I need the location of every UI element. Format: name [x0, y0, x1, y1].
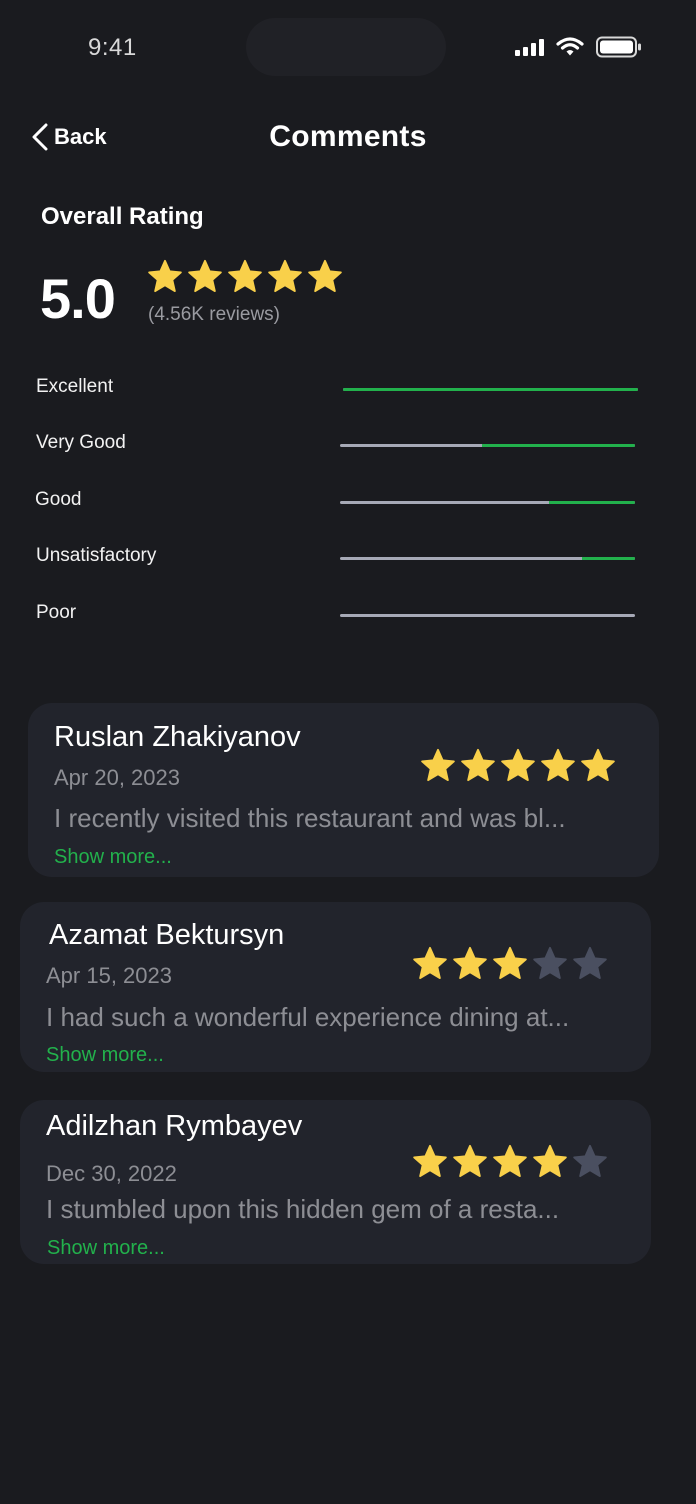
star-empty-icon [531, 945, 569, 983]
show-more-link[interactable]: Show more... [46, 1044, 164, 1067]
star-filled-icon [146, 258, 184, 296]
breakdown-bar [340, 557, 635, 560]
review-card[interactable]: Adilzhan Rymbayev Dec 30, 2022 I stumble… [20, 1100, 651, 1264]
breakdown-bar [343, 388, 638, 391]
star-filled-icon [419, 747, 457, 785]
star-filled-icon [186, 258, 224, 296]
star-filled-icon [459, 747, 497, 785]
reviewer-name: Azamat Bektursyn [49, 919, 285, 951]
battery-icon [596, 36, 642, 58]
breakdown-row-excellent: Excellent [0, 376, 696, 406]
review-text: I stumbled upon this hidden gem of a res… [46, 1194, 560, 1224]
breakdown-label: Excellent [36, 376, 114, 397]
show-more-link[interactable]: Show more... [47, 1237, 165, 1260]
breakdown-bar-fill [481, 444, 635, 447]
overall-rating-title: Overall Rating [41, 203, 204, 230]
breakdown-bar-fill [549, 501, 635, 504]
star-filled-icon [579, 747, 617, 785]
breakdown-label: Good [35, 489, 82, 510]
breakdown-bar-fill [343, 388, 638, 391]
show-more-link[interactable]: Show more... [54, 846, 172, 869]
star-filled-icon [411, 945, 449, 983]
star-filled-icon [266, 258, 304, 296]
breakdown-label: Poor [36, 602, 77, 623]
review-text: I had such a wonderful experience dining… [46, 1002, 570, 1032]
review-card[interactable]: Azamat Bektursyn Apr 15, 2023 I had such… [20, 902, 651, 1072]
star-empty-icon [571, 945, 609, 983]
status-icons [515, 36, 642, 58]
breakdown-bar [340, 501, 635, 504]
breakdown-row-very-good: Very Good [0, 432, 696, 462]
breakdown-bar-fill [581, 557, 635, 560]
star-filled-icon [451, 945, 489, 983]
status-time: 9:41 [88, 34, 137, 61]
wifi-icon [556, 37, 584, 57]
dynamic-island [246, 18, 446, 76]
breakdown-label: Unsatisfactory [36, 545, 157, 566]
breakdown-row-unsatisfactory: Unsatisfactory [0, 545, 696, 575]
review-text: I recently visited this restaurant and w… [54, 803, 566, 833]
star-filled-icon [411, 1143, 449, 1181]
breakdown-label: Very Good [36, 432, 126, 453]
review-date: Apr 20, 2023 [54, 765, 180, 790]
review-date: Dec 30, 2022 [46, 1161, 177, 1186]
star-filled-icon [451, 1143, 489, 1181]
overall-review-count: (4.56K reviews) [148, 304, 280, 325]
comments-screen: 9:41 Back Comments Overall Rating 5.0 (4… [0, 0, 696, 1504]
reviewer-name: Adilzhan Rymbayev [46, 1110, 303, 1142]
cellular-signal-icon [515, 38, 544, 56]
breakdown-bar [340, 444, 635, 447]
breakdown-row-good: Good [0, 489, 696, 519]
star-filled-icon [491, 945, 529, 983]
review-card[interactable]: Ruslan Zhakiyanov Apr 20, 2023 I recentl… [28, 703, 659, 877]
review-rating-stars [411, 945, 609, 983]
review-rating-stars [411, 1143, 609, 1181]
star-filled-icon [226, 258, 264, 296]
star-filled-icon [531, 1143, 569, 1181]
star-filled-icon [499, 747, 537, 785]
star-empty-icon [571, 1143, 609, 1181]
star-filled-icon [539, 747, 577, 785]
reviewer-name: Ruslan Zhakiyanov [54, 721, 301, 753]
review-date: Apr 15, 2023 [46, 963, 172, 988]
star-filled-icon [306, 258, 344, 296]
breakdown-bar [340, 614, 635, 617]
page-title: Comments [269, 120, 427, 153]
breakdown-row-poor: Poor [0, 602, 696, 632]
star-filled-icon [491, 1143, 529, 1181]
overall-rating-stars [146, 258, 344, 296]
overall-rating-score: 5.0 [40, 267, 116, 330]
review-rating-stars [419, 747, 617, 785]
